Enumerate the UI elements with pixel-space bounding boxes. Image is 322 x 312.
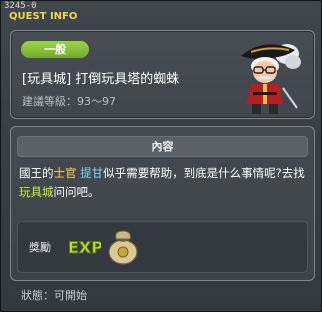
exp-icon: EXP: [68, 238, 102, 258]
quest-content-panel: 內容 國王的士官 提甘似乎需要帮助，到底是什么事情呢?去找 玩具城问问吧。 獎勵…: [10, 126, 315, 281]
quest-type-badge: 一般: [21, 41, 89, 58]
description-text: 问问吧。: [53, 185, 100, 199]
quest-name: [玩具城] 打倒玩具塔的蜘蛛: [22, 72, 180, 87]
reward-box: 獎勵 EXP: [17, 221, 308, 273]
description-text: 似乎需要帮助，到底是什么事情呢?去找: [103, 166, 305, 180]
npc-pirate-king-icon: [241, 44, 301, 114]
quest-info-window: 3245-0 QUEST INFO 一般 [玩具城] 打倒玩具塔的蜘蛛 建議等級…: [0, 0, 322, 312]
description-text: 國王的: [19, 166, 54, 180]
exp-text: EXP: [68, 238, 101, 257]
window-title: QUEST INFO: [9, 11, 78, 22]
npc-name-highlight: 提甘: [80, 166, 104, 180]
content-section-title: 內容: [17, 136, 308, 157]
npc-title-highlight: 士官: [53, 166, 77, 180]
location-highlight: 玩具城: [19, 185, 54, 199]
recommend-level: 建議等級：93～97: [22, 95, 116, 108]
quest-description: 國王的士官 提甘似乎需要帮助，到底是什么事情呢?去找 玩具城问问吧。: [19, 164, 307, 202]
reward-label: 獎勵: [29, 241, 51, 254]
meso-bag-icon: [108, 230, 138, 265]
quest-id: 3245-0: [4, 1, 37, 11]
quest-status: 狀態：可開始: [21, 289, 87, 302]
quest-header-panel: 一般 [玩具城] 打倒玩具塔的蜘蛛 建議等級：93～97: [10, 30, 315, 119]
